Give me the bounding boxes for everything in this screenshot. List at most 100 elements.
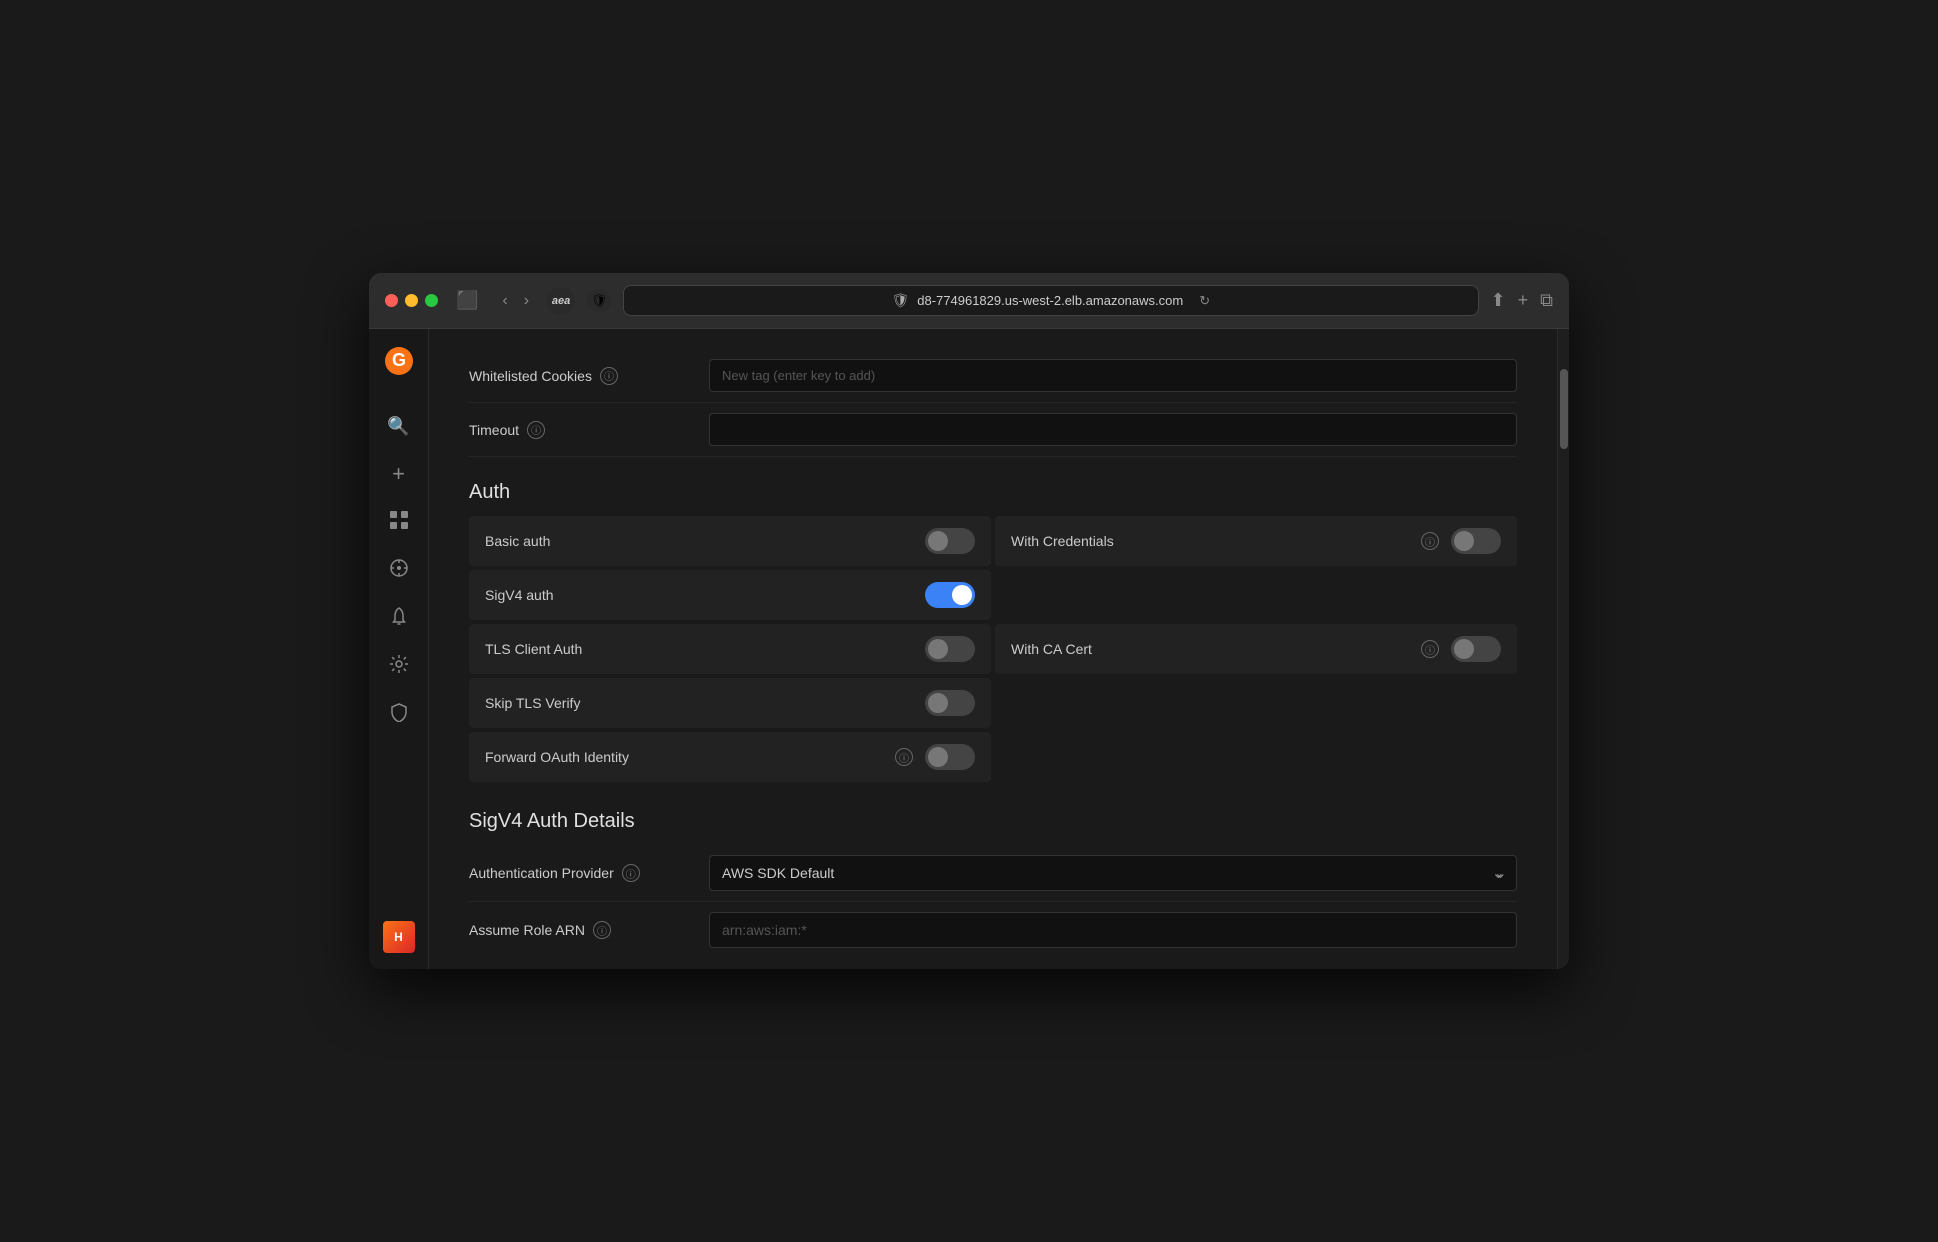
- app-layout: G 🔍 +: [369, 329, 1569, 969]
- sidebar: G 🔍 +: [369, 329, 429, 969]
- sigv4-cell: SigV4 auth: [469, 570, 991, 620]
- sidebar-item-search[interactable]: 🔍: [379, 406, 419, 446]
- tls-row: TLS Client Auth With CA Cert ⓘ: [469, 624, 1517, 674]
- sidebar-item-explore[interactable]: [379, 550, 419, 590]
- traffic-lights: [385, 294, 438, 307]
- with-ca-cert-toggle[interactable]: [1451, 636, 1501, 662]
- url-text: d8-774961829.us-west-2.elb.amazonaws.com: [917, 293, 1183, 308]
- whitelisted-cookies-input[interactable]: [709, 359, 1517, 392]
- browser-chrome: ⬛ ‹ › aea 🛡 🛡 d8-774961829.us-west-2.elb…: [369, 273, 1569, 329]
- basic-auth-toggle[interactable]: [925, 528, 975, 554]
- skip-tls-row: Skip TLS Verify: [469, 678, 1517, 728]
- minimize-button[interactable]: [405, 294, 418, 307]
- address-bar[interactable]: 🛡 d8-774961829.us-west-2.elb.amazonaws.c…: [623, 285, 1478, 316]
- avatar-initials: H: [394, 930, 403, 944]
- svg-text:G: G: [391, 350, 405, 370]
- basic-auth-label: Basic auth: [485, 533, 913, 549]
- auth-provider-label: Authentication Provider ⓘ: [469, 864, 709, 882]
- tls-client-auth-toggle[interactable]: [925, 636, 975, 662]
- sigv4-row: SigV4 auth: [469, 570, 1517, 620]
- extensions-icon: aea: [547, 287, 575, 315]
- forward-oauth-slider: [925, 744, 975, 770]
- forward-oauth-label: Forward OAuth Identity: [485, 749, 883, 765]
- skip-tls-label: Skip TLS Verify: [485, 695, 913, 711]
- scrollbar-track: [1557, 329, 1569, 969]
- assume-role-input[interactable]: [709, 912, 1517, 948]
- browser-window: ⬛ ‹ › aea 🛡 🛡 d8-774961829.us-west-2.elb…: [369, 273, 1569, 969]
- with-ca-cert-cell: With CA Cert ⓘ: [995, 624, 1517, 674]
- sigv4-toggle[interactable]: [925, 582, 975, 608]
- auth-provider-info-icon[interactable]: ⓘ: [622, 864, 640, 882]
- basic-auth-slider: [925, 528, 975, 554]
- with-credentials-cell: With Credentials ⓘ: [995, 516, 1517, 566]
- auth-provider-row: Authentication Provider ⓘ AWS SDK Defaul…: [469, 845, 1517, 902]
- shield-extension-icon: 🛡: [587, 289, 611, 313]
- browser-nav: ‹ ›: [496, 288, 535, 314]
- tls-client-auth-label: TLS Client Auth: [485, 641, 913, 657]
- grafana-logo[interactable]: G: [383, 345, 415, 382]
- sidebar-item-add[interactable]: +: [379, 454, 419, 494]
- tabs-button[interactable]: ⧉: [1540, 290, 1553, 311]
- timeout-label: Timeout ⓘ: [469, 421, 709, 439]
- whitelisted-cookies-info-icon[interactable]: ⓘ: [600, 367, 618, 385]
- with-credentials-toggle[interactable]: [1451, 528, 1501, 554]
- share-button[interactable]: ⬆: [1491, 290, 1506, 311]
- assume-role-row: Assume Role ARN ⓘ: [469, 902, 1517, 958]
- timeout-row: Timeout ⓘ: [469, 403, 1517, 457]
- skip-tls-cell: Skip TLS Verify: [469, 678, 991, 728]
- main-content: Whitelisted Cookies ⓘ Timeout ⓘ Auth: [429, 329, 1557, 969]
- gear-icon: [389, 654, 409, 679]
- forward-oauth-row: Forward OAuth Identity ⓘ: [469, 732, 1517, 782]
- security-icon: 🛡: [891, 292, 909, 309]
- with-credentials-label: With Credentials: [1011, 533, 1409, 549]
- assume-role-label: Assume Role ARN ⓘ: [469, 921, 709, 939]
- close-button[interactable]: [385, 294, 398, 307]
- shield-sidebar-icon: [389, 702, 409, 727]
- apps-icon: [389, 510, 409, 535]
- compass-icon: [389, 558, 409, 583]
- whitelisted-cookies-row: Whitelisted Cookies ⓘ: [469, 349, 1517, 403]
- maximize-button[interactable]: [425, 294, 438, 307]
- search-icon: 🔍: [387, 416, 409, 437]
- scrollbar-thumb[interactable]: [1560, 369, 1568, 449]
- tls-client-auth-slider: [925, 636, 975, 662]
- back-button[interactable]: ‹: [496, 288, 513, 314]
- with-credentials-info-icon[interactable]: ⓘ: [1421, 532, 1439, 550]
- skip-tls-toggle[interactable]: [925, 690, 975, 716]
- sigv4-slider: [925, 582, 975, 608]
- forward-oauth-info-icon[interactable]: ⓘ: [895, 748, 913, 766]
- sidebar-toggle-button[interactable]: ⬛: [450, 286, 484, 315]
- with-ca-cert-info-icon[interactable]: ⓘ: [1421, 640, 1439, 658]
- forward-oauth-toggle[interactable]: [925, 744, 975, 770]
- forward-button[interactable]: ›: [518, 288, 535, 314]
- assume-role-info-icon[interactable]: ⓘ: [593, 921, 611, 939]
- skip-tls-slider: [925, 690, 975, 716]
- whitelisted-cookies-label: Whitelisted Cookies ⓘ: [469, 367, 709, 385]
- tls-client-auth-cell: TLS Client Auth: [469, 624, 991, 674]
- auth-provider-select[interactable]: AWS SDK Default Credentials File Access …: [709, 855, 1517, 891]
- sidebar-item-alerts[interactable]: [379, 598, 419, 638]
- browser-actions: ⬆ + ⧉: [1491, 290, 1553, 311]
- with-credentials-slider: [1451, 528, 1501, 554]
- timeout-info-icon[interactable]: ⓘ: [527, 421, 545, 439]
- auth-section-title: Auth: [469, 481, 1517, 504]
- sigv4-auth-label: SigV4 auth: [485, 587, 913, 603]
- timeout-input[interactable]: [709, 413, 1517, 446]
- sidebar-item-security[interactable]: [379, 694, 419, 734]
- forward-oauth-cell: Forward OAuth Identity ⓘ: [469, 732, 991, 782]
- basic-auth-cell: Basic auth: [469, 516, 991, 566]
- avatar[interactable]: H: [383, 921, 415, 953]
- auth-provider-select-wrapper: AWS SDK Default Credentials File Access …: [709, 855, 1517, 891]
- basic-auth-row: Basic auth With Credentials ⓘ: [469, 516, 1517, 566]
- sigv4-details-section: SigV4 Auth Details Authentication Provid…: [469, 810, 1517, 958]
- sidebar-item-settings[interactable]: [379, 646, 419, 686]
- sigv4-details-title: SigV4 Auth Details: [469, 810, 1517, 833]
- plus-icon: +: [392, 461, 405, 487]
- auth-section: Auth Basic auth With Credentials ⓘ: [469, 481, 1517, 782]
- reload-icon[interactable]: ↻: [1199, 293, 1210, 309]
- bell-icon: [389, 606, 409, 631]
- sidebar-item-apps[interactable]: [379, 502, 419, 542]
- with-ca-cert-label: With CA Cert: [1011, 641, 1409, 657]
- with-ca-cert-slider: [1451, 636, 1501, 662]
- new-tab-button[interactable]: +: [1518, 290, 1529, 311]
